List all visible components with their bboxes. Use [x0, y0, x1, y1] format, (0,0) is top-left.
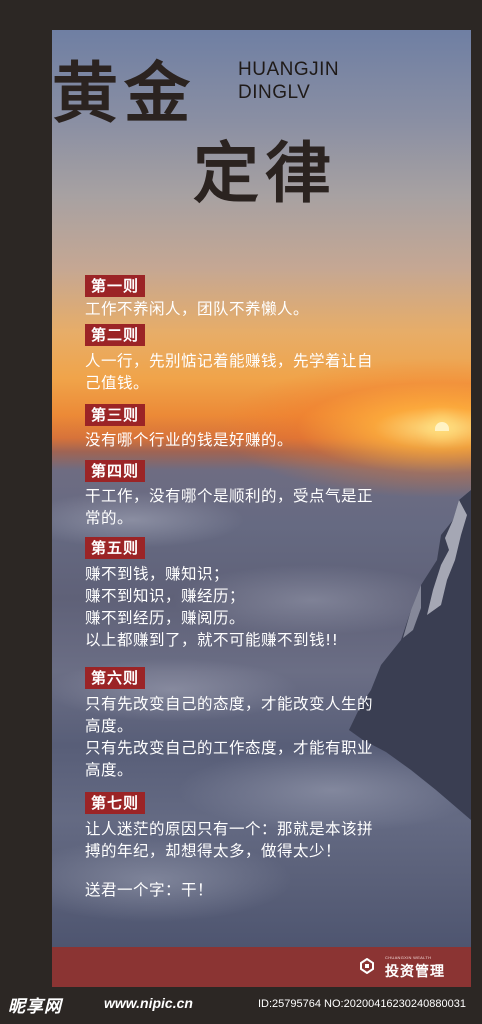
- rule-text-1: 工作不养闲人，团队不养懒人。: [85, 300, 310, 318]
- rule-label-1: 第一则: [85, 275, 146, 297]
- rule-label-6: 第六则: [85, 667, 146, 689]
- rule-label-7: 第七则: [85, 792, 146, 814]
- rule-text-7: 让人迷茫的原因只有一个：那就是本该拼 搏的年纪，却想得太多，做得太少！: [85, 820, 374, 860]
- rule-label-2: 第二则: [85, 324, 146, 346]
- rules-list: 第一则工作不养闲人，团队不养懒人。第二则人一行，先别惦记着能赚钱，先学着让自 己…: [52, 30, 471, 947]
- rule-text-2: 人一行，先别惦记着能赚钱，先学着让自 己值钱。: [85, 352, 374, 392]
- watermark-url: www.nipic.cn: [104, 995, 193, 1011]
- watermark-bar: 昵享网 www.nipic.cn ID:25795764 NO:20200416…: [0, 989, 482, 1024]
- logo-icon: [360, 958, 374, 974]
- rule-text-5: 赚不到钱，赚知识； 赚不到知识，赚经历； 赚不到经历，赚阅历。 以上都赚到了，就…: [85, 565, 339, 649]
- watermark-site-name: 昵享网: [8, 997, 62, 1017]
- footer-bar: CHUANGXIN WEALTH 投资管理: [52, 947, 471, 987]
- rule-text-3: 没有哪个行业的钱是好赚的。: [85, 431, 294, 449]
- logo-text: 投资管理: [385, 964, 445, 980]
- closing-line: 送君一个字：干！: [85, 881, 214, 899]
- rule-label-3: 第三则: [85, 404, 146, 426]
- rule-label-4: 第四则: [85, 460, 146, 482]
- rule-text-4: 干工作，没有哪个是顺利的，受点气是正 常的。: [85, 487, 374, 527]
- rule-text-6: 只有先改变自己的态度，才能改变人生的 高度。 只有先改变自己的工作态度，才能有职…: [85, 695, 374, 779]
- watermark-id: ID:25795764 NO:20200416230240880031: [258, 998, 466, 1010]
- logo-english: CHUANGXIN WEALTH: [385, 955, 432, 960]
- rule-label-5: 第五则: [85, 537, 146, 559]
